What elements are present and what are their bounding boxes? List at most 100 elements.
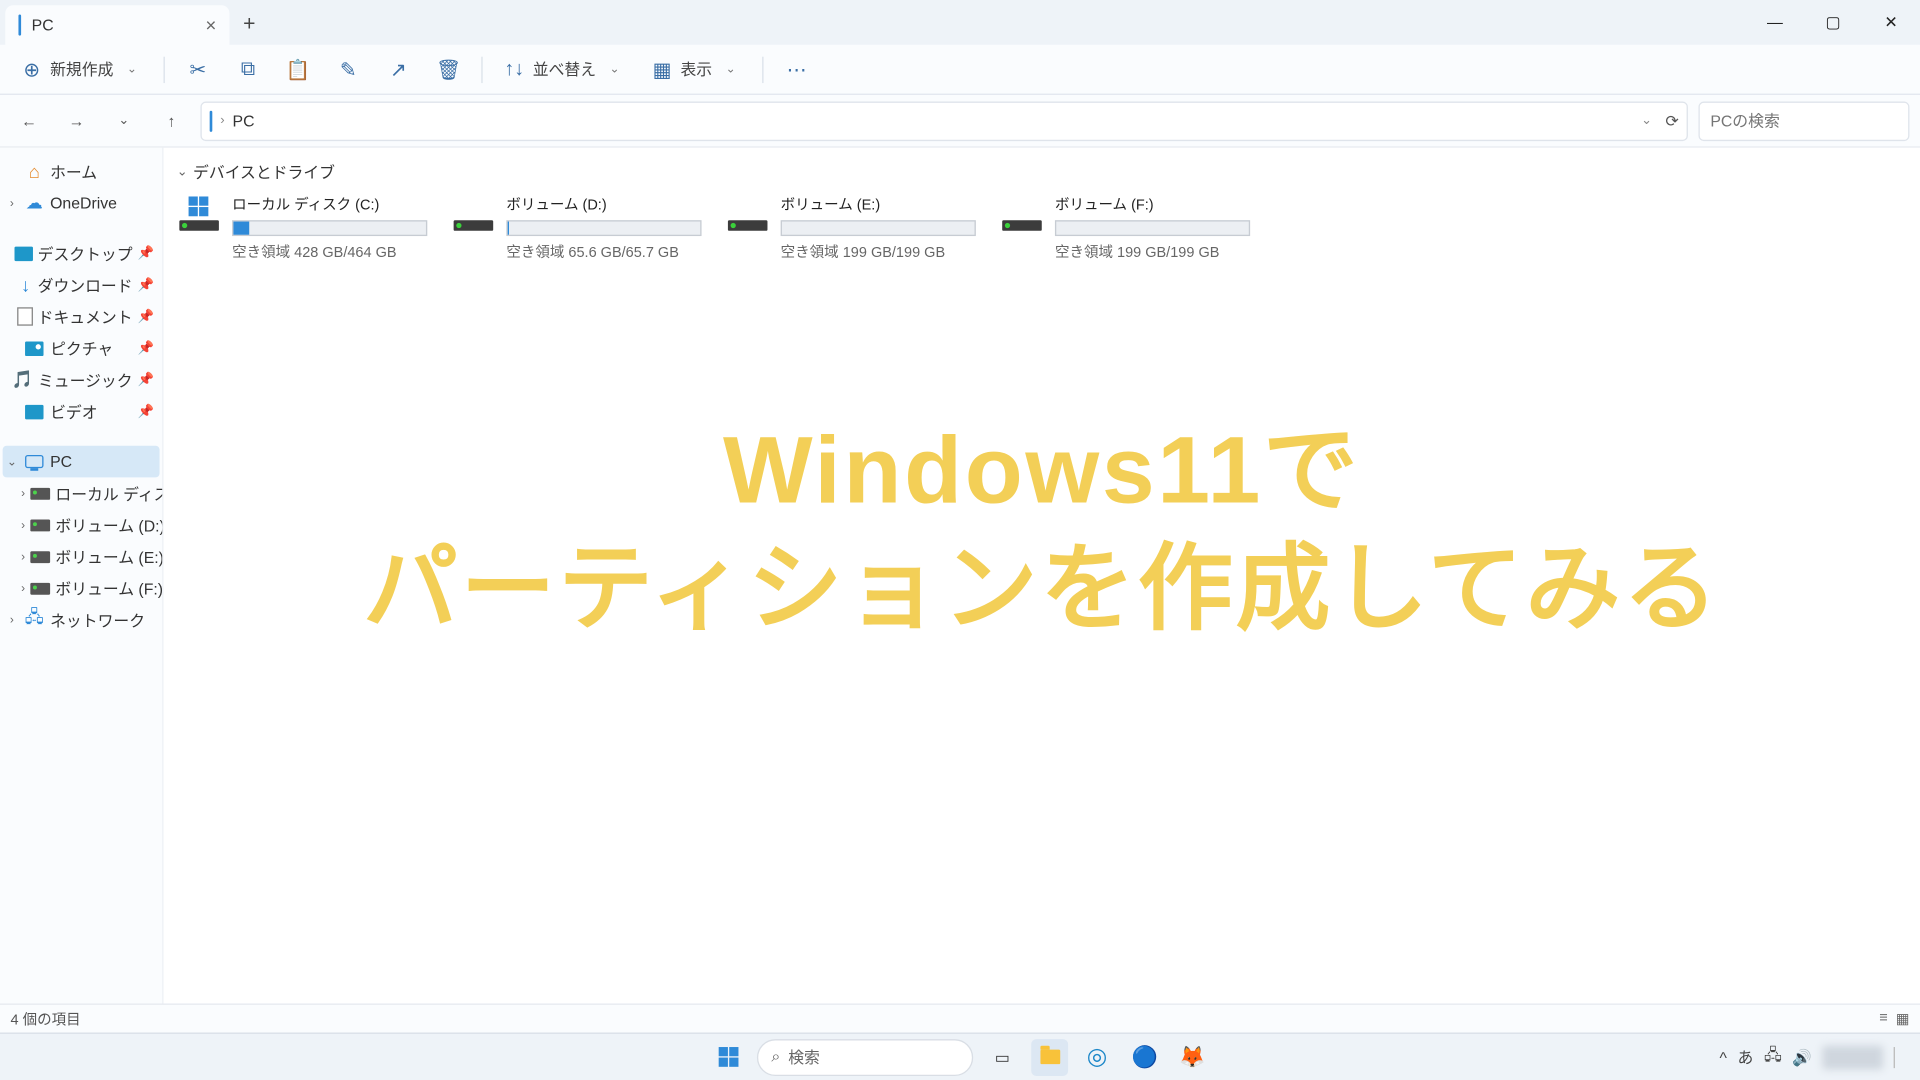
- share-button[interactable]: ↗: [376, 51, 421, 88]
- ime-indicator[interactable]: あ: [1738, 1046, 1754, 1068]
- search-input[interactable]: [1710, 111, 1914, 129]
- expand-icon[interactable]: ›: [5, 613, 18, 626]
- sort-button[interactable]: ↑↓ 並べ替え ⌄: [493, 51, 635, 88]
- pin-icon: 📌: [138, 341, 157, 356]
- pin-icon: 📌: [138, 246, 157, 261]
- windows-logo-icon: [718, 1047, 738, 1067]
- plus-circle-icon: ⊕: [21, 59, 42, 80]
- taskbar-clock[interactable]: [1822, 1045, 1883, 1069]
- maximize-button[interactable]: ▢: [1804, 0, 1862, 45]
- taskbar: ⌕検索 ▭ ◎ 🔵 🦊 ^ あ 🖧 🔊: [0, 1033, 1920, 1080]
- taskbar-search[interactable]: ⌕検索: [757, 1038, 973, 1075]
- nav-forward-button[interactable]: →: [58, 102, 95, 139]
- sidebar-item-documents[interactable]: ドキュメント 📌: [3, 301, 160, 333]
- more-button[interactable]: ⋯: [774, 51, 819, 88]
- new-tab-button[interactable]: +: [229, 5, 269, 45]
- taskbar-app-explorer[interactable]: [1031, 1038, 1068, 1075]
- sidebar: ⌂ホーム ›☁OneDrive デスクトップ📌 ↓ダウンロード📌 ドキュメント 📌…: [0, 148, 164, 1033]
- sidebar-item-desktop[interactable]: デスクトップ📌: [3, 237, 160, 269]
- chevron-down-icon: ⌄: [177, 165, 188, 180]
- chevron-down-icon: ⌄: [604, 59, 625, 80]
- sidebar-item-drive-c[interactable]: ›ローカル ディスク (C:): [3, 477, 160, 509]
- overlay-line1: Windows11で: [164, 411, 1920, 530]
- sidebar-label: ボリューム (F:): [55, 577, 163, 599]
- paste-button[interactable]: 📋: [276, 51, 321, 88]
- drive-name: ボリューム (F:): [1055, 194, 1250, 215]
- sidebar-item-network[interactable]: ›🖧ネットワーク: [3, 604, 160, 636]
- chevron-down-icon[interactable]: ⌄: [1641, 113, 1652, 128]
- expand-icon[interactable]: ⌄: [5, 454, 18, 469]
- drive-usage-bar: [232, 220, 427, 236]
- drive-item[interactable]: ボリューム (D:)空き領域 65.6 GB/65.7 GB: [451, 194, 702, 263]
- sidebar-item-drive-d[interactable]: ›ボリューム (D:): [3, 509, 160, 541]
- title-bar: PC × + ― ▢ ✕: [0, 0, 1920, 45]
- new-item-button[interactable]: ⊕ 新規作成 ⌄: [11, 51, 153, 88]
- group-header-devices[interactable]: ⌄ デバイスとドライブ: [177, 161, 1907, 183]
- expand-icon[interactable]: ›: [21, 487, 25, 500]
- taskbar-app-firefox[interactable]: 🦊: [1174, 1038, 1211, 1075]
- toolbar-label: 新規作成: [50, 58, 113, 80]
- sidebar-item-pictures[interactable]: ピクチャ📌: [3, 332, 160, 364]
- task-view-button[interactable]: ▭: [984, 1038, 1021, 1075]
- sidebar-item-videos[interactable]: ビデオ📌: [3, 396, 160, 428]
- drive-name: ローカル ディスク (C:): [232, 194, 427, 215]
- nav-back-button[interactable]: ←: [11, 102, 48, 139]
- drive-item[interactable]: ボリューム (E:)空き領域 199 GB/199 GB: [725, 194, 976, 263]
- tab-pc[interactable]: PC ×: [5, 5, 229, 45]
- rename-icon: ✎: [338, 59, 359, 80]
- nav-up-button[interactable]: ↑: [153, 102, 190, 139]
- nav-recent-button[interactable]: ⌄: [105, 102, 142, 139]
- search-box[interactable]: ⌕: [1698, 101, 1909, 141]
- drive-item[interactable]: ローカル ディスク (C:)空き領域 428 GB/464 GB: [177, 194, 428, 263]
- sidebar-label: ビデオ: [50, 400, 97, 422]
- sidebar-item-downloads[interactable]: ↓ダウンロード📌: [3, 269, 160, 301]
- view-button[interactable]: ▦ 表示 ⌄: [641, 51, 752, 88]
- expand-icon[interactable]: ›: [21, 550, 25, 563]
- taskbar-app-edge[interactable]: ◎: [1079, 1038, 1116, 1075]
- sidebar-label: ボリューム (E:): [55, 545, 163, 567]
- taskbar-app-chrome[interactable]: 🔵: [1126, 1038, 1163, 1075]
- address-bar[interactable]: › PC ⌄ ⟳: [200, 101, 1687, 141]
- drive-icon: [30, 578, 50, 599]
- sidebar-item-music[interactable]: 🎵ミュージック📌: [3, 364, 160, 396]
- breadcrumb-pc[interactable]: PC: [233, 111, 255, 129]
- sidebar-item-home[interactable]: ⌂ホーム: [3, 156, 160, 188]
- chevron-down-icon: ⌄: [720, 59, 741, 80]
- tab-title: PC: [32, 16, 54, 34]
- delete-button[interactable]: 🗑: [426, 51, 471, 88]
- pin-icon: 📌: [138, 309, 157, 324]
- drive-item[interactable]: ボリューム (F:)空き領域 199 GB/199 GB: [1000, 194, 1251, 263]
- start-button[interactable]: [709, 1038, 746, 1075]
- chrome-icon: 🔵: [1131, 1044, 1157, 1070]
- tab-close-icon[interactable]: ×: [205, 15, 216, 36]
- network-icon: 🖧: [24, 609, 45, 630]
- copy-button[interactable]: ⧉: [226, 51, 271, 88]
- drive-body: ボリューム (F:)空き領域 199 GB/199 GB: [1055, 194, 1250, 263]
- tray-chevron-icon[interactable]: ^: [1720, 1048, 1727, 1066]
- sidebar-item-pc[interactable]: ⌄PC: [3, 446, 160, 478]
- rename-button[interactable]: ✎: [326, 51, 371, 88]
- minimize-button[interactable]: ―: [1746, 0, 1804, 45]
- view-tiles-button[interactable]: ▦: [1896, 1010, 1910, 1027]
- desktop-icon: [14, 243, 32, 264]
- expand-icon[interactable]: ›: [5, 196, 18, 209]
- taskbar-search-label: 検索: [788, 1046, 820, 1068]
- task-view-icon: ▭: [995, 1048, 1010, 1066]
- cut-button[interactable]: ✂: [175, 51, 220, 88]
- network-icon[interactable]: 🖧: [1764, 1043, 1782, 1071]
- cut-icon: ✂: [187, 59, 208, 80]
- sidebar-item-drive-f[interactable]: › ボリューム (F:): [3, 572, 160, 604]
- refresh-button[interactable]: ⟳: [1665, 111, 1678, 129]
- sidebar-label: OneDrive: [50, 194, 117, 212]
- volume-icon[interactable]: 🔊: [1792, 1048, 1812, 1066]
- sidebar-item-onedrive[interactable]: ›☁OneDrive: [3, 187, 160, 219]
- sidebar-label: ドキュメント: [38, 305, 133, 327]
- expand-icon[interactable]: ›: [21, 518, 25, 531]
- drive-name: ボリューム (D:): [506, 194, 701, 215]
- expand-icon[interactable]: ›: [21, 582, 25, 595]
- notifications-button[interactable]: [1894, 1046, 1910, 1067]
- close-window-button[interactable]: ✕: [1862, 0, 1920, 45]
- view-details-button[interactable]: ≡: [1879, 1010, 1887, 1027]
- folder-icon: [1040, 1050, 1060, 1065]
- sidebar-item-drive-e[interactable]: › ボリューム (E:): [3, 541, 160, 573]
